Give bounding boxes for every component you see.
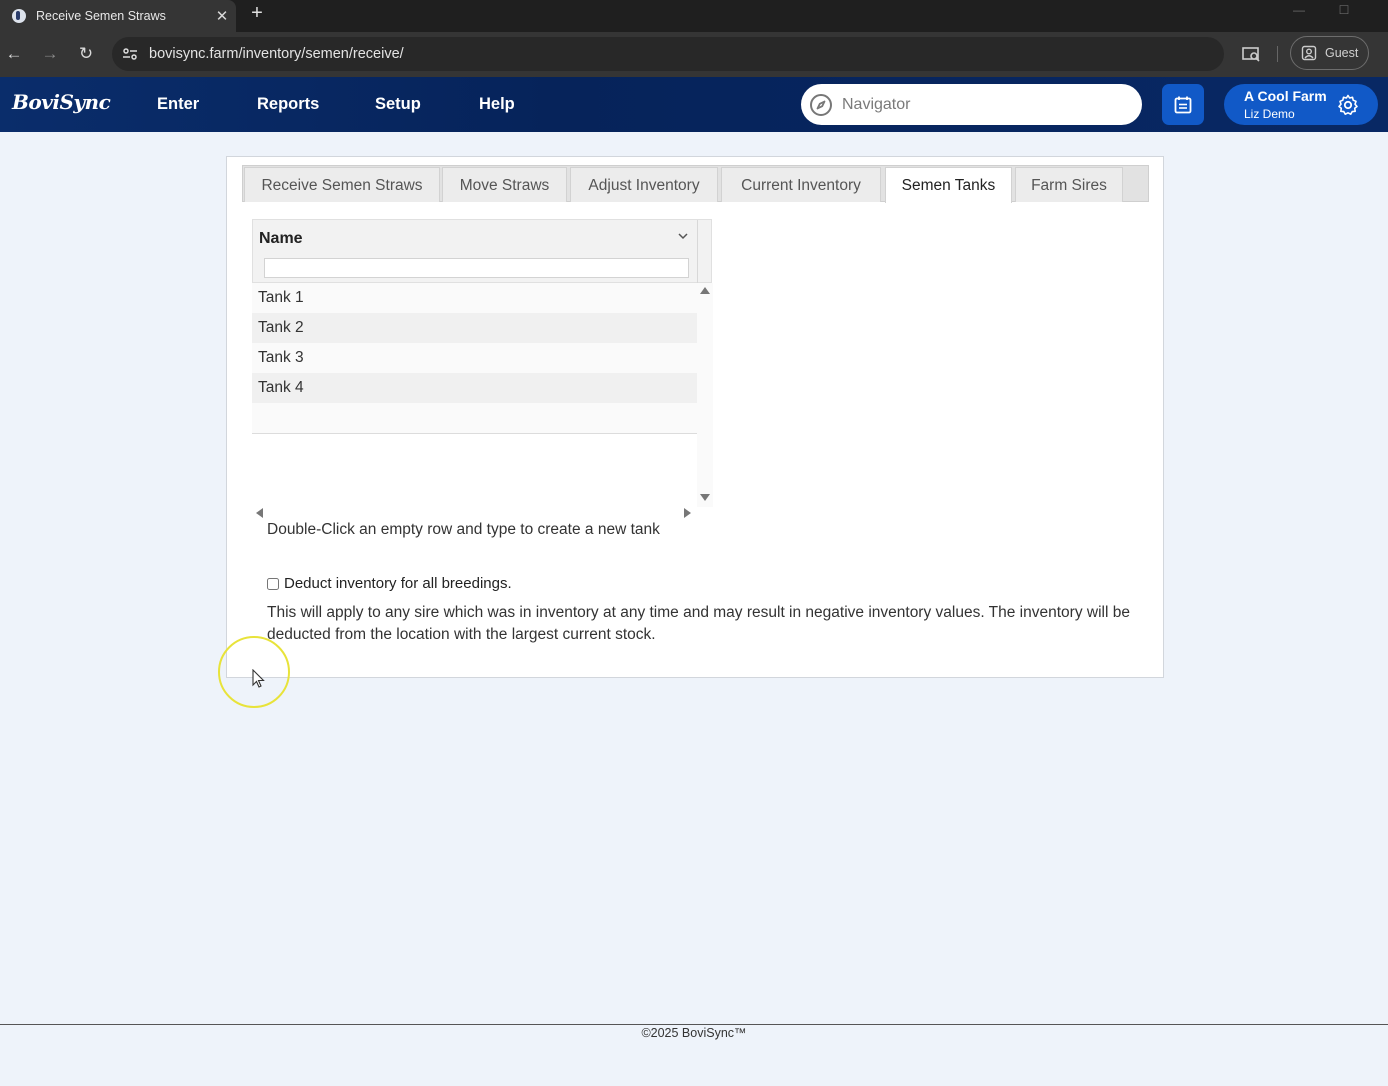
table-row[interactable]: Tank 1	[252, 283, 697, 313]
compass-icon	[810, 93, 832, 116]
tab-farm-sires[interactable]: Farm Sires	[1015, 167, 1123, 202]
table-row[interactable]: Tank 3	[252, 343, 697, 373]
gear-icon[interactable]	[1336, 93, 1360, 117]
create-tank-hint: Double-Click an empty row and type to cr…	[267, 521, 660, 538]
browser-toolbar: ← → ↻ bovisync.farm/inventory/semen/rece…	[0, 32, 1388, 77]
footer-divider	[0, 1024, 1388, 1025]
back-icon[interactable]: ←	[0, 40, 28, 68]
tab-move-straws[interactable]: Move Straws	[442, 167, 567, 202]
scroll-right-icon[interactable]	[684, 508, 691, 518]
user-name: Liz Demo	[1244, 107, 1295, 121]
table-row[interactable]: Tank 2	[252, 313, 697, 343]
url-text: bovisync.farm/inventory/semen/receive/	[149, 46, 404, 62]
menu-help[interactable]: Help	[479, 77, 515, 132]
mouse-cursor-icon	[252, 669, 265, 688]
name-filter-input[interactable]	[264, 258, 689, 278]
profile-icon	[1301, 45, 1317, 61]
maximize-icon[interactable]: ☐	[1329, 0, 1359, 20]
browser-tab-strip: Receive Semen Straws ✕ + — ☐	[0, 0, 1388, 32]
tab-semen-tanks[interactable]: Semen Tanks	[885, 167, 1012, 203]
menu-enter[interactable]: Enter	[157, 77, 199, 132]
browser-tab[interactable]: Receive Semen Straws ✕	[0, 0, 236, 32]
farm-name: A Cool Farm	[1244, 88, 1327, 104]
minimize-icon[interactable]: —	[1284, 0, 1314, 20]
chevron-down-icon[interactable]	[675, 228, 691, 244]
farm-switcher[interactable]: A Cool Farm Liz Demo	[1224, 84, 1378, 125]
empty-table-row[interactable]	[252, 403, 697, 433]
deduct-inventory-checkbox[interactable]	[267, 577, 279, 590]
calendar-icon	[1174, 96, 1192, 113]
deduct-inventory-description: This will apply to any sire which was in…	[267, 604, 1130, 643]
scroll-left-icon[interactable]	[256, 508, 263, 518]
tanks-grid: Name Tank 1 Tank 2 Tank 3 Tank 4	[252, 219, 713, 525]
toolbar-divider	[1277, 46, 1278, 62]
deduct-inventory-label: Deduct inventory for all breedings.	[284, 575, 512, 592]
horizontal-scrollbar[interactable]	[252, 507, 697, 521]
menu-reports[interactable]: Reports	[257, 77, 319, 132]
copyright-text: ©2025 BoviSync™	[641, 1026, 747, 1040]
navigator-search[interactable]	[801, 84, 1142, 125]
site-favicon-icon	[12, 9, 26, 23]
app-header: BoviSync Enter Reports Setup Help A Cool…	[0, 77, 1388, 132]
reload-icon[interactable]: ↻	[72, 40, 100, 68]
calendar-button[interactable]	[1162, 84, 1204, 125]
menu-setup[interactable]: Setup	[375, 77, 421, 132]
profile-button[interactable]: Guest	[1290, 36, 1369, 70]
site-settings-icon[interactable]	[122, 46, 138, 62]
grid-header: Name	[252, 219, 712, 283]
scroll-up-icon[interactable]	[700, 287, 710, 294]
deduct-inventory-option[interactable]: Deduct inventory for all breedings.	[267, 575, 512, 592]
table-row[interactable]: Tank 4	[252, 373, 697, 403]
grid-row-divider	[252, 433, 697, 434]
address-bar[interactable]: bovisync.farm/inventory/semen/receive/	[112, 37, 1224, 71]
vertical-scrollbar[interactable]	[697, 283, 713, 507]
profile-label: Guest	[1325, 46, 1359, 60]
forward-icon[interactable]: →	[36, 40, 64, 68]
navigator-input[interactable]	[842, 95, 1122, 114]
tab-receive-semen-straws[interactable]: Receive Semen Straws	[244, 167, 440, 202]
cast-search-icon[interactable]	[1240, 43, 1262, 65]
browser-tab-title: Receive Semen Straws	[36, 9, 166, 23]
close-tab-icon[interactable]: ✕	[208, 7, 236, 25]
bovisync-logo[interactable]: BoviSync	[12, 90, 111, 114]
column-header-name[interactable]: Name	[259, 230, 303, 248]
tab-current-inventory[interactable]: Current Inventory	[721, 167, 881, 202]
header-divider	[697, 220, 698, 283]
new-tab-button[interactable]: +	[247, 2, 267, 25]
scroll-down-icon[interactable]	[700, 494, 710, 501]
semen-inventory-panel: Receive Semen Straws Move Straws Adjust …	[226, 156, 1164, 678]
tab-bar: Receive Semen Straws Move Straws Adjust …	[242, 165, 1149, 203]
tab-adjust-inventory[interactable]: Adjust Inventory	[570, 167, 718, 202]
